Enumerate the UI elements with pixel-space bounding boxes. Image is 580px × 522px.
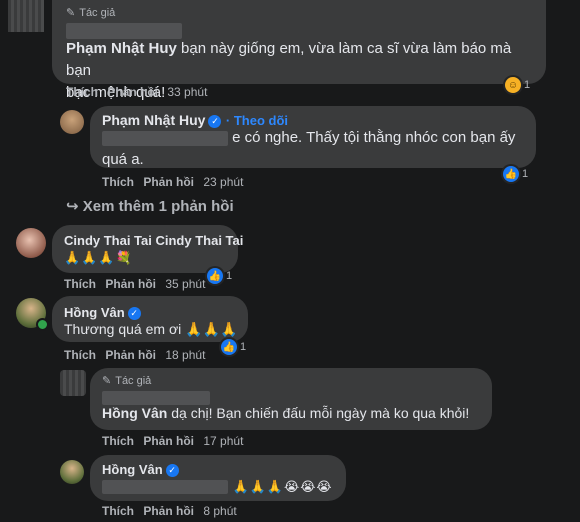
timestamp[interactable]: 8 phút bbox=[203, 504, 236, 518]
reply-button[interactable]: Phản hồi bbox=[143, 504, 194, 518]
timestamp[interactable]: 23 phút bbox=[203, 175, 243, 189]
comment-actions: Thích Phản hồi 18 phút bbox=[64, 348, 211, 362]
pen-icon: ✎ bbox=[66, 7, 76, 19]
timestamp[interactable]: 18 phút bbox=[165, 348, 205, 362]
timestamp[interactable]: 33 phút bbox=[167, 85, 207, 99]
author-tag-label: Tác giả bbox=[115, 374, 152, 387]
comment-mention[interactable]: Hồng Vân bbox=[102, 405, 167, 421]
reply-arrow-icon: ↪ bbox=[66, 198, 79, 215]
reply-button[interactable]: Phản hồi bbox=[143, 175, 194, 189]
timestamp[interactable]: 17 phút bbox=[203, 434, 243, 448]
comment-actions: Thích Phản hồi 23 phút bbox=[102, 175, 249, 189]
comment-actions: Thích Phản hồi 35 phút bbox=[64, 277, 211, 291]
author-name[interactable]: Cindy Thai Tai Cindy Thai Tai bbox=[64, 233, 243, 248]
reply-button[interactable]: Phản hồi bbox=[143, 434, 194, 448]
avatar[interactable] bbox=[16, 228, 46, 258]
like-button[interactable]: Thích bbox=[64, 277, 96, 291]
like-button[interactable]: Thích bbox=[66, 85, 98, 99]
author-badge: ✎ Tác giả bbox=[102, 374, 152, 388]
like-button[interactable]: Thích bbox=[102, 504, 134, 518]
avatar[interactable] bbox=[60, 460, 84, 484]
reaction-count: 1 bbox=[522, 168, 529, 180]
comment-text-body: dạ chị! Bạn chiến đấu mỗi ngày mà ko qua… bbox=[171, 405, 470, 421]
comment-actions: Thích Phản hồi 17 phút bbox=[102, 434, 249, 448]
comment-text: Hồng Vân dạ chị! Bạn chiến đấu mỗi ngày … bbox=[102, 402, 487, 424]
comment-actions: Thích Phản hồi 8 phút bbox=[102, 504, 243, 518]
author-tag-label: Tác giả bbox=[79, 6, 116, 19]
verified-icon: ✓ bbox=[165, 464, 179, 477]
avatar[interactable] bbox=[60, 110, 84, 134]
author-badge: ✎ Tác giả bbox=[66, 6, 116, 20]
comment-mention[interactable]: Phạm Nhật Huy bbox=[66, 40, 177, 57]
like-button[interactable]: Thích bbox=[64, 348, 96, 362]
avatar[interactable] bbox=[8, 0, 44, 32]
redacted-text bbox=[102, 479, 228, 494]
comment-text-line1: e có nghe. Thấy tội thằng nhóc con bạn ấ… bbox=[232, 129, 516, 146]
like-button[interactable]: Thích bbox=[102, 434, 134, 448]
comment-text: Thương quá em ơi 🙏🙏🙏 bbox=[64, 321, 238, 337]
avatar[interactable] bbox=[60, 370, 86, 396]
timestamp[interactable]: 35 phút bbox=[165, 277, 205, 291]
author-name[interactable]: Hồng Vân bbox=[102, 462, 163, 477]
pen-icon: ✎ bbox=[102, 375, 112, 387]
comment-author: Hồng Vân ✓ bbox=[102, 461, 179, 479]
comment-text: 🙏🙏🙏😭😭😭 bbox=[102, 478, 333, 496]
see-more-replies[interactable]: ↪ Xem thêm 1 phản hồi bbox=[66, 197, 234, 215]
follow-button[interactable]: · Theo dõi bbox=[226, 113, 288, 128]
author-name[interactable]: Phạm Nhật Huy bbox=[102, 112, 205, 128]
reaction-summary[interactable]: ☺ 1 bbox=[505, 77, 530, 93]
reply-button[interactable]: Phản hồi bbox=[107, 85, 158, 99]
reaction-count: 1 bbox=[226, 270, 233, 282]
reply-button[interactable]: Phản hồi bbox=[105, 348, 156, 362]
comment-actions: Thích Phản hồi 33 phút bbox=[66, 85, 213, 99]
online-status-icon bbox=[36, 318, 49, 331]
like-icon: 👍 bbox=[221, 339, 237, 355]
haha-icon: ☺ bbox=[505, 77, 521, 93]
comment-text-line2: quá a. bbox=[102, 151, 144, 168]
redacted-mention bbox=[102, 130, 228, 146]
like-icon: 👍 bbox=[503, 166, 519, 182]
reaction-summary[interactable]: 👍 1 bbox=[221, 339, 246, 355]
comment-text: 🙏🙏🙏💐 bbox=[64, 250, 133, 265]
reaction-summary[interactable]: 👍 1 bbox=[503, 166, 528, 182]
see-more-label: Xem thêm 1 phản hồi bbox=[82, 198, 234, 215]
reply-button[interactable]: Phản hồi bbox=[105, 277, 156, 291]
reaction-count: 1 bbox=[524, 79, 531, 91]
reaction-count: 1 bbox=[240, 341, 247, 353]
comment-emojis: 🙏🙏🙏😭😭😭 bbox=[232, 479, 333, 494]
like-button[interactable]: Thích bbox=[102, 175, 134, 189]
comment-text: e có nghe. Thấy tội thằng nhóc con bạn ấ… bbox=[102, 127, 522, 171]
